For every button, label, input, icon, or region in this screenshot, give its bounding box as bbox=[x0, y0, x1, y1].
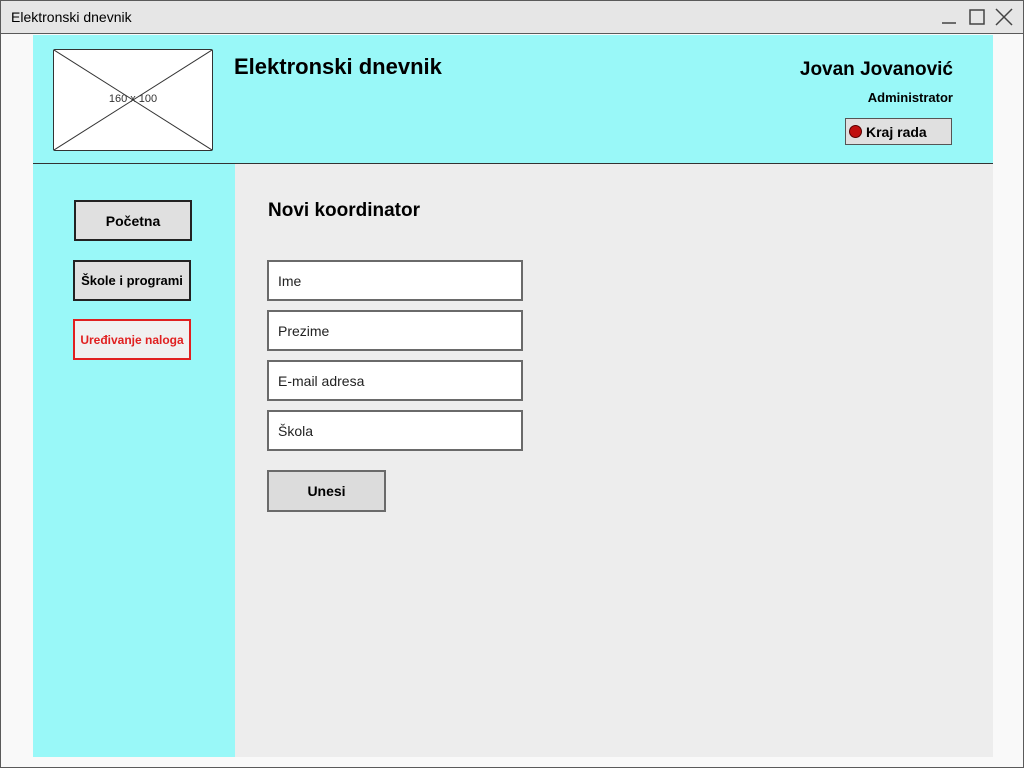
email-field[interactable] bbox=[267, 360, 523, 401]
user-role: Administrator bbox=[867, 90, 953, 105]
sidebar-item-home[interactable]: Početna bbox=[74, 200, 192, 241]
app-title: Elektronski dnevnik bbox=[234, 54, 442, 79]
minimize-icon[interactable] bbox=[939, 7, 959, 27]
window-titlebar[interactable]: Elektronski dnevnik bbox=[1, 1, 1023, 34]
sidebar: Početna Škole i programi Uređivanje nalo… bbox=[33, 164, 235, 757]
sidebar-item-schools-programs[interactable]: Škole i programi bbox=[73, 260, 191, 301]
maximize-icon[interactable] bbox=[967, 7, 987, 27]
school-field[interactable] bbox=[267, 410, 523, 451]
page-title: Novi koordinator bbox=[268, 200, 421, 221]
close-icon[interactable] bbox=[994, 7, 1014, 27]
sidebar-item-account-management[interactable]: Uređivanje naloga bbox=[73, 319, 191, 360]
logout-button[interactable]: Kraj rada bbox=[845, 118, 952, 145]
logo-placeholder: 160 x 100 bbox=[53, 49, 213, 151]
stop-circle-icon bbox=[849, 125, 862, 138]
main-panel: Novi koordinator Unesi bbox=[235, 164, 993, 757]
last-name-field[interactable] bbox=[267, 310, 523, 351]
user-name: Jovan Jovanović bbox=[799, 59, 953, 80]
header: 160 x 100 Elektronski dnevnik Jovan Jova… bbox=[33, 35, 993, 164]
logout-label: Kraj rada bbox=[866, 123, 927, 140]
app-window: Elektronski dnevnik 160 x 100 Elektronsk… bbox=[0, 0, 1024, 768]
logo-size-label: 160 x 100 bbox=[108, 93, 158, 105]
app-content: 160 x 100 Elektronski dnevnik Jovan Jova… bbox=[33, 35, 993, 757]
first-name-field[interactable] bbox=[267, 260, 523, 301]
submit-button[interactable]: Unesi bbox=[267, 470, 386, 512]
window-title: Elektronski dnevnik bbox=[11, 9, 132, 25]
